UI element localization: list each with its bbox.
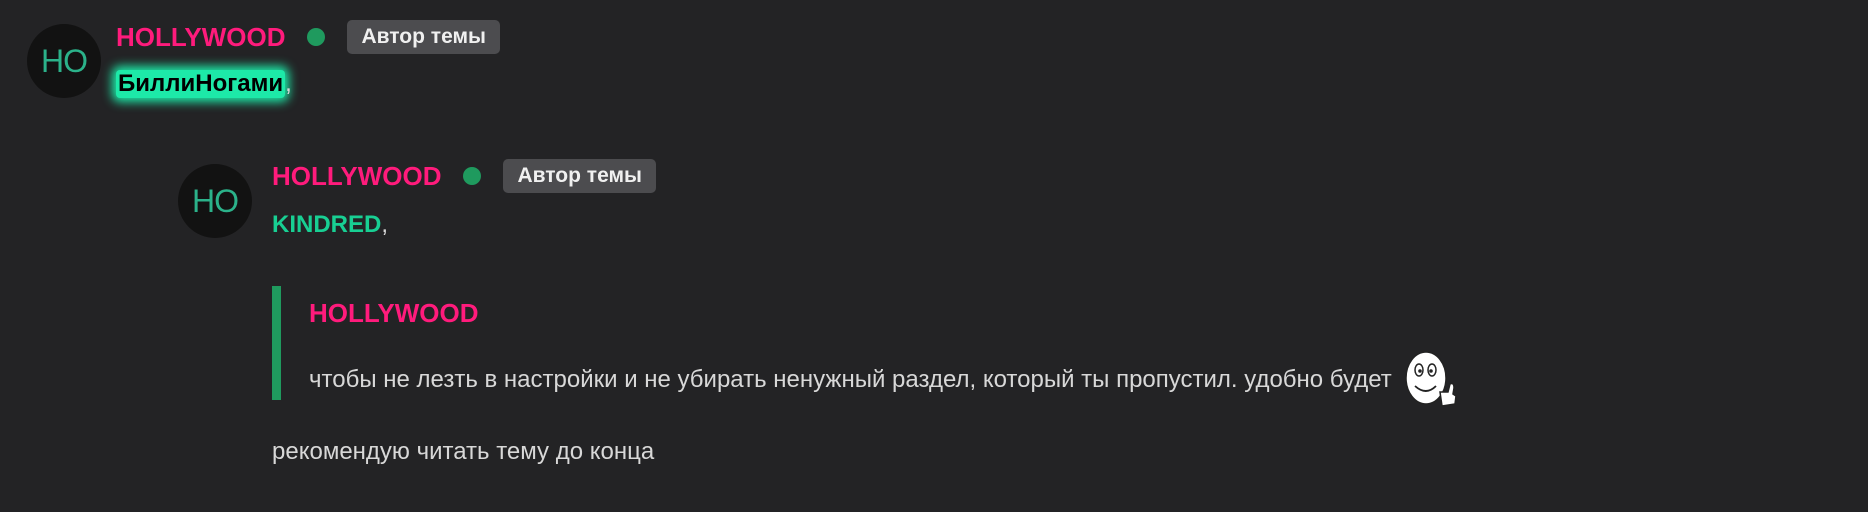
post-message: БиллиНогами, (116, 70, 292, 98)
mention-comma: , (285, 70, 292, 97)
author-badge: Автор темы (347, 20, 500, 54)
username-link[interactable]: HOLLYWOOD (116, 22, 285, 53)
mention-comma: , (381, 211, 389, 238)
thumbs-up-smiley-icon (1405, 351, 1457, 407)
post-body-text: рекомендую читать тему до конца (272, 438, 655, 465)
username-link[interactable]: HOLLYWOOD (272, 161, 441, 192)
author-badge: Автор темы (503, 159, 656, 193)
avatar[interactable]: HO (178, 164, 252, 238)
user-mention[interactable]: БиллиНогами (116, 70, 286, 98)
quote-author-link[interactable]: HOLLYWOOD (309, 298, 478, 329)
user-mention[interactable]: KINDRED (272, 211, 381, 239)
post-header: HOLLYWOOD Автор темы (272, 156, 656, 196)
online-status-icon (307, 28, 326, 46)
post-header: HOLLYWOOD Автор темы (116, 17, 500, 57)
quote-block: HOLLYWOOD чтобы не лезть в настройки и н… (272, 286, 1721, 407)
avatar[interactable]: HO (27, 24, 101, 98)
quote-text: чтобы не лезть в настройки и не убирать … (309, 348, 1458, 412)
online-status-icon (463, 167, 482, 185)
quote-text-content: чтобы не лезть в настройки и не убирать … (309, 366, 1392, 393)
post-message: KINDRED, (272, 211, 388, 239)
